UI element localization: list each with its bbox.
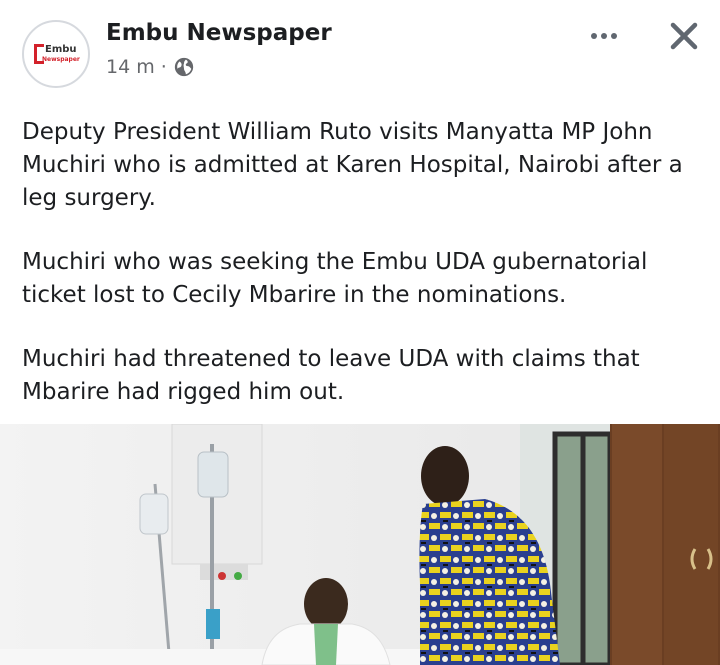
post-paragraph: Muchiri who was seeking the Embu UDA gub…: [22, 249, 648, 308]
logo-text-line1: Embu: [45, 44, 77, 55]
embu-newspaper-logo: Embu Newspaper: [34, 44, 80, 66]
post-meta: 14 m ·: [106, 56, 195, 78]
post-body: Deputy President William Ruto visits Man…: [22, 116, 706, 440]
page-name-link[interactable]: Embu Newspaper: [106, 20, 332, 46]
post-paragraph: Muchiri had threatened to leave UDA with…: [22, 346, 640, 405]
globe-icon[interactable]: [173, 56, 195, 78]
more-dot: [611, 33, 617, 39]
more-dot: [601, 33, 607, 39]
logo-text-line2: Newspaper: [42, 56, 80, 63]
avatar[interactable]: Embu Newspaper: [22, 20, 90, 88]
more-options-button[interactable]: [584, 24, 624, 48]
post-photo[interactable]: [0, 424, 720, 665]
more-dot: [591, 33, 597, 39]
close-icon[interactable]: [664, 16, 704, 56]
post-header: Embu Newspaper Embu Newspaper 14 m ·: [0, 0, 720, 110]
post-timestamp[interactable]: 14 m: [106, 56, 155, 78]
hospital-visit-photo: [0, 424, 720, 665]
meta-separator: ·: [160, 56, 167, 78]
post-paragraph: Deputy President William Ruto visits Man…: [22, 119, 683, 211]
